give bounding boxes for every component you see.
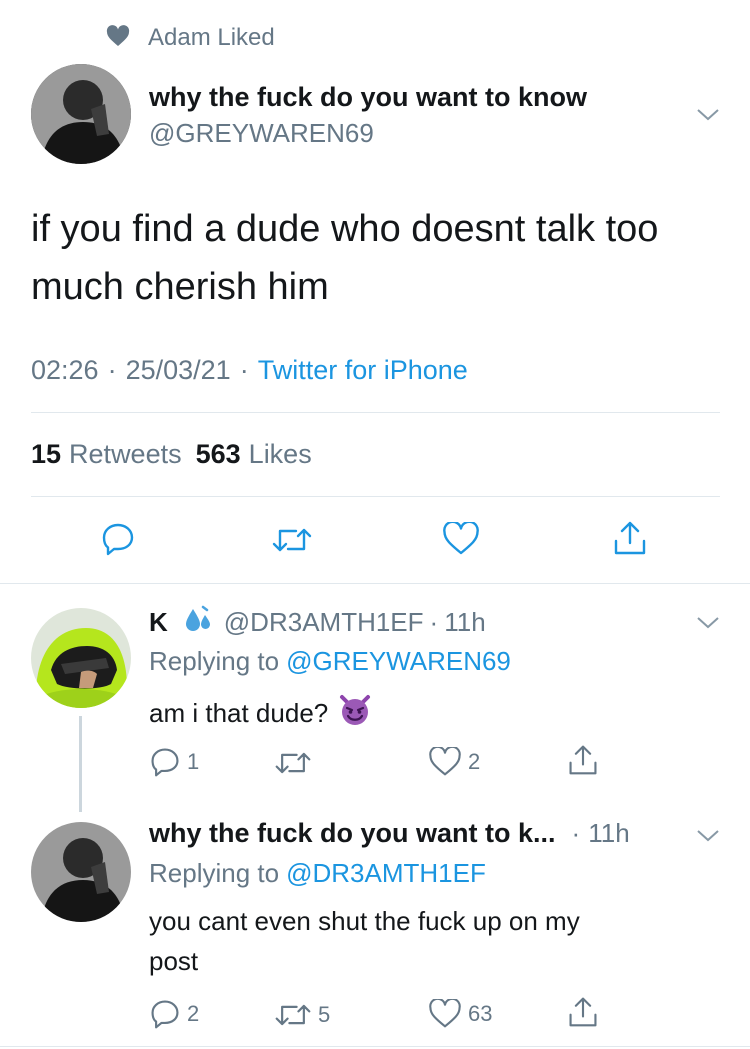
tweet-stats: 15 Retweets 563 Likes	[31, 439, 312, 470]
reply-author-name[interactable]: K	[149, 607, 168, 638]
sweat-droplets-icon	[184, 605, 214, 640]
reply-author-handle[interactable]: @DR3AMTH1EF	[224, 607, 424, 638]
smiling-imp-icon	[338, 693, 372, 734]
section-divider	[0, 1046, 750, 1047]
reply-time: 11h	[444, 607, 486, 637]
author-handle[interactable]: @GREYWAREN69	[149, 118, 374, 149]
social-context-text: Adam Liked	[148, 24, 275, 51]
share-button[interactable]	[612, 519, 648, 557]
author-name[interactable]: why the fuck do you want to know	[149, 82, 587, 113]
reply-text-line: post	[149, 946, 199, 976]
tweet-metadata: 02:26 · 25/03/21 · Twitter for iPhone	[31, 355, 468, 386]
retweet-icon	[271, 524, 313, 556]
separator-dot: ·	[239, 355, 249, 385]
like-count: 2	[468, 749, 481, 774]
share-button[interactable]	[567, 743, 599, 777]
reply-count: 1	[187, 749, 200, 774]
replying-to-label: Replying to	[149, 858, 280, 888]
reply-text: am i that dude?	[149, 693, 372, 734]
heart-icon	[106, 24, 130, 52]
share-icon	[567, 743, 599, 777]
tweet-source-link[interactable]: Twitter for iPhone	[258, 355, 468, 386]
reply-icon	[149, 746, 181, 778]
heart-outline-icon	[442, 522, 480, 556]
replying-to-handle[interactable]: @DR3AMTH1EF	[286, 858, 486, 889]
share-button[interactable]	[567, 995, 599, 1029]
retweet-button[interactable]: 5	[274, 1000, 330, 1030]
retweet-icon	[274, 1000, 312, 1030]
reply-icon	[149, 998, 181, 1030]
separator-dot: ·	[429, 607, 439, 637]
retweet-icon	[274, 748, 312, 778]
reply-time: 11h	[588, 818, 630, 848]
heart-outline-icon	[428, 999, 462, 1029]
reply-text-line: you cant even shut the fuck up on my	[149, 906, 580, 936]
replying-to-handle[interactable]: @GREYWAREN69	[286, 646, 511, 677]
retweet-button[interactable]	[271, 524, 313, 556]
reply-count: 2	[187, 1001, 200, 1026]
reply-button[interactable]: 2	[149, 998, 199, 1030]
social-context[interactable]: Adam Liked	[106, 24, 275, 52]
like-count: 63	[468, 1001, 493, 1026]
likes-count[interactable]: 563	[196, 439, 241, 470]
reply-avatar[interactable]	[31, 822, 131, 922]
retweets-count[interactable]: 15	[31, 439, 61, 470]
retweets-label[interactable]: Retweets	[69, 439, 182, 470]
like-button[interactable]: 63	[428, 999, 492, 1029]
reply-header: K @DR3AMTH1EF · 11h	[149, 605, 486, 640]
heart-outline-icon	[428, 747, 462, 777]
tweet-text: if you find a dude who doesnt talk too m…	[31, 200, 658, 316]
retweet-count: 5	[318, 1002, 331, 1027]
section-divider	[0, 583, 750, 584]
separator-dot: ·	[571, 818, 581, 848]
reply-avatar[interactable]	[31, 608, 131, 708]
reply-icon	[100, 521, 136, 557]
reply-text-body: am i that dude?	[149, 698, 329, 728]
divider	[31, 496, 720, 497]
reply-button[interactable]: 1	[149, 746, 199, 778]
tweet-date: 25/03/21	[125, 355, 231, 385]
share-icon	[567, 995, 599, 1029]
share-icon	[612, 519, 648, 557]
replying-to: Replying to @GREYWAREN69	[149, 646, 511, 677]
thread-connector-line	[79, 716, 82, 812]
reply-header: why the fuck do you want to k... · 11h	[149, 818, 630, 849]
reply-text: you cant even shut the fuck up on my pos…	[149, 901, 580, 981]
like-button[interactable]: 2	[428, 747, 480, 777]
author-avatar[interactable]	[31, 64, 131, 164]
tweet-time: 02:26	[31, 355, 99, 385]
likes-label[interactable]: Likes	[249, 439, 312, 470]
reply-button[interactable]	[100, 521, 136, 557]
replying-to-label: Replying to	[149, 646, 280, 676]
chevron-down-icon[interactable]	[696, 829, 720, 843]
like-button[interactable]	[442, 522, 480, 556]
chevron-down-icon[interactable]	[696, 616, 720, 630]
tweet-text-line: if you find a dude who doesnt talk too	[31, 208, 659, 250]
tweet-text-line: much cherish him	[31, 266, 329, 308]
separator-dot: ·	[107, 355, 117, 385]
divider	[31, 412, 720, 413]
chevron-down-icon[interactable]	[696, 108, 720, 122]
retweet-button[interactable]	[274, 748, 318, 778]
replying-to: Replying to @DR3AMTH1EF	[149, 858, 486, 889]
reply-author-name[interactable]: why the fuck do you want to k...	[149, 818, 556, 849]
